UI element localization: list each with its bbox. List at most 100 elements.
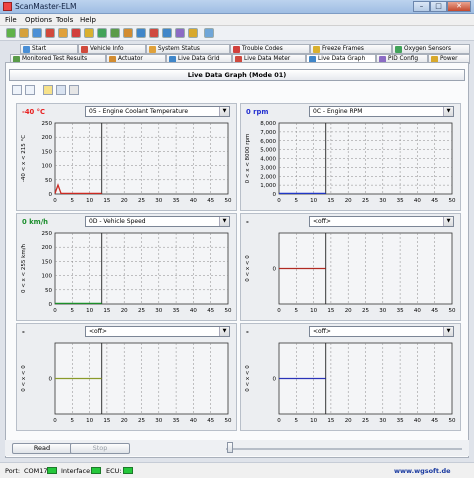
y-tick-label: 250 [42, 121, 53, 127]
save-icon[interactable] [56, 85, 66, 95]
chevron-down-icon[interactable]: ▼ [443, 107, 453, 116]
x-tick-label: 20 [345, 418, 352, 424]
y-tick-label: 7,000 [260, 130, 276, 136]
maximize-button[interactable]: □ [430, 1, 447, 12]
x-tick-label: 10 [86, 198, 93, 204]
chevron-down-icon[interactable]: ▼ [443, 327, 453, 336]
tab-trouble-codes[interactable]: Trouble Codes [230, 44, 310, 54]
x-tick-label: 5 [71, 308, 75, 314]
dtc-icon[interactable] [71, 28, 81, 38]
y-tick-label: 5,000 [260, 148, 276, 154]
x-tick-label: 15 [103, 418, 110, 424]
x-tick-label: 35 [397, 198, 404, 204]
graph-panel: 0 rpm 0C - Engine RPM ▼ 0 5 10 15 20 25 30 35 40 45 5… [240, 103, 461, 211]
pid-icon[interactable] [175, 28, 185, 38]
oxygen-icon[interactable] [97, 28, 107, 38]
y-tick-label: 100 [42, 164, 53, 170]
port-value: COM17 [24, 467, 48, 475]
x-tick-label: 20 [121, 418, 128, 424]
sensor-select-value: 0D - Vehicle Speed [89, 218, 146, 225]
tab-label: Freeze Frames [322, 46, 364, 52]
sensor-select[interactable]: <off> ▼ [85, 326, 230, 337]
layout-icon[interactable] [12, 85, 22, 95]
sensor-select[interactable]: <off> ▼ [309, 326, 454, 337]
tab-system-status[interactable]: System Status [146, 44, 230, 54]
minimize-button[interactable]: – [413, 1, 430, 12]
oxygen-icon [395, 46, 402, 53]
y-tick-label: 0 [273, 192, 277, 198]
stop-button[interactable]: Stop [70, 443, 130, 454]
vehicle-icon[interactable] [45, 28, 55, 38]
x-tick-label: 0 [53, 418, 57, 424]
sensor-select[interactable]: 0C - Engine RPM ▼ [309, 106, 454, 117]
x-tick-label: 10 [86, 418, 93, 424]
x-tick-label: 50 [449, 308, 456, 314]
interface-led-icon [91, 467, 101, 474]
vehicle-icon [81, 46, 88, 53]
x-tick-label: 20 [121, 198, 128, 204]
tab-label: Vehicle Info [90, 46, 124, 52]
current-value: - [246, 328, 249, 336]
x-tick-label: 40 [190, 308, 197, 314]
x-tick-label: 35 [173, 308, 180, 314]
axis-range-label: 0 < x < 255 km/h [21, 243, 27, 293]
speed-slider-thumb[interactable] [227, 442, 233, 453]
freeze-icon[interactable] [84, 28, 94, 38]
graph-toolbar [9, 84, 465, 96]
tab-oxygen-sensors[interactable]: Oxygen Sensors [392, 44, 470, 54]
power-icon[interactable] [188, 28, 198, 38]
website-link[interactable]: www.wgsoft.de [394, 467, 451, 475]
menu-bar: File Options Tools Help [0, 14, 474, 26]
settings-icon[interactable] [19, 28, 29, 38]
read-button[interactable]: Read [12, 443, 72, 454]
graph-plot: 0 5 10 15 20 25 30 35 40 45 50 250 200 150 100 50 0 0 < x… [21, 231, 232, 314]
chevron-down-icon[interactable]: ▼ [443, 217, 453, 226]
port-led-icon [47, 467, 57, 474]
sensor-select[interactable]: <off> ▼ [309, 216, 454, 227]
grid-icon[interactable] [136, 28, 146, 38]
tab-vehicle-info[interactable]: Vehicle Info [78, 44, 146, 54]
status-icon[interactable] [58, 28, 68, 38]
chevron-down-icon[interactable]: ▼ [219, 217, 229, 226]
x-tick-label: 25 [138, 418, 145, 424]
axis-range-label: 0 < x < 0 [245, 255, 251, 282]
x-tick-label: 25 [362, 418, 369, 424]
x-tick-label: 25 [362, 198, 369, 204]
meter-icon[interactable] [149, 28, 159, 38]
info-icon[interactable] [32, 28, 42, 38]
graph-icon[interactable] [162, 28, 172, 38]
sensor-select[interactable]: 05 - Engine Coolant Temperature ▼ [85, 106, 230, 117]
ecu-led-icon [123, 467, 133, 474]
open-icon[interactable] [43, 85, 53, 95]
chevron-down-icon[interactable]: ▼ [219, 327, 229, 336]
y-tick-label: 3,000 [260, 165, 276, 171]
close-button[interactable]: ✕ [447, 1, 471, 12]
sensor-select[interactable]: 0D - Vehicle Speed ▼ [85, 216, 230, 227]
tab-row-top: Start Vehicle Info System Status Trouble… [20, 44, 470, 54]
y-tick-label: 8,000 [260, 121, 276, 127]
chevron-down-icon[interactable]: ▼ [219, 107, 229, 116]
x-tick-label: 50 [449, 198, 456, 204]
help-icon[interactable] [204, 28, 214, 38]
layout-alt-icon[interactable] [25, 85, 35, 95]
x-tick-label: 30 [155, 418, 162, 424]
y-tick-label: 0 [49, 302, 53, 308]
menu-tools[interactable]: Tools [56, 16, 73, 24]
current-value: 0 km/h [22, 218, 49, 226]
current-value: -40 °C [22, 108, 46, 116]
tab-freeze-frames[interactable]: Freeze Frames [310, 44, 392, 54]
speed-slider-track[interactable] [226, 448, 462, 450]
x-tick-label: 5 [71, 418, 75, 424]
menu-file[interactable]: File [5, 16, 17, 24]
x-tick-label: 35 [397, 418, 404, 424]
actuator-icon[interactable] [123, 28, 133, 38]
menu-options[interactable]: Options [25, 16, 52, 24]
axis-range-label: 0 < x < 0 [245, 365, 251, 392]
connect-icon[interactable] [6, 28, 16, 38]
print-icon[interactable] [69, 85, 79, 95]
x-tick-label: 0 [53, 308, 57, 314]
menu-help[interactable]: Help [80, 16, 96, 24]
x-tick-label: 45 [431, 308, 438, 314]
tab-start[interactable]: Start [20, 44, 78, 54]
monitor-icon[interactable] [110, 28, 120, 38]
